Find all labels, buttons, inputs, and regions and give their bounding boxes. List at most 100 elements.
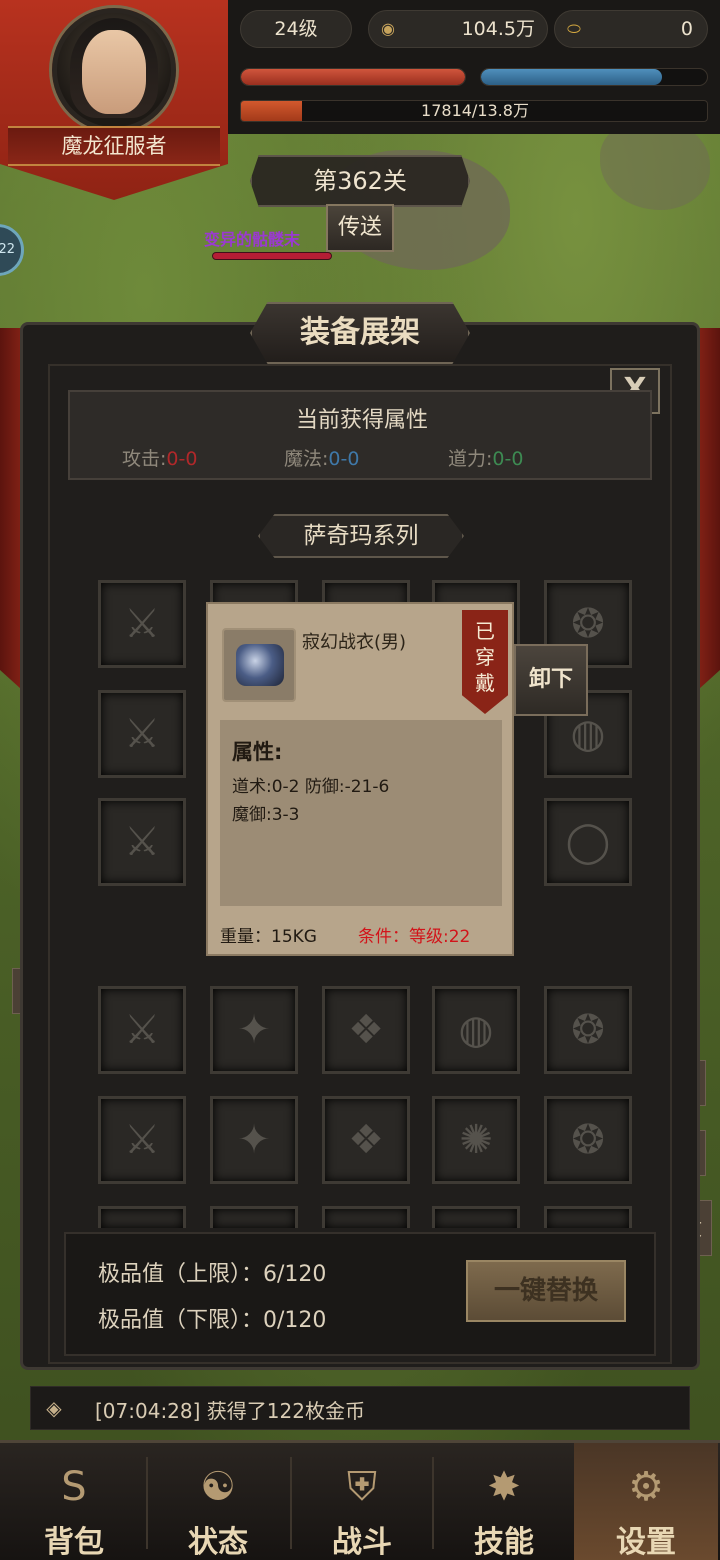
nav-skill[interactable]: ✸ 技能 xyxy=(432,1443,576,1560)
exp-text: 17814/13.8万 xyxy=(421,101,529,120)
armor-icon xyxy=(236,644,284,686)
one-click-replace-button[interactable]: 一键替换 xyxy=(466,1260,626,1322)
battle-icon: ⛨ xyxy=(347,1464,377,1510)
equipment-slot[interactable]: ❖ xyxy=(322,1096,410,1184)
attr-magic: 魔法:0-0 xyxy=(284,444,359,471)
ingot-amount: 0 xyxy=(680,18,693,40)
attr-attack-value: 0-0 xyxy=(166,448,198,470)
spear-icon: ⚔ xyxy=(124,819,160,865)
modal-title: 装备展架 xyxy=(250,302,470,364)
nav-label: 战斗 xyxy=(332,1525,392,1560)
attr-magic-label: 魔法: xyxy=(284,448,329,470)
hp-bar-fill xyxy=(241,69,465,85)
equipment-slot[interactable] xyxy=(432,1206,520,1228)
item-requirement: 条件：等级:22 xyxy=(358,927,471,947)
avatar-face xyxy=(82,30,146,114)
quality-lower: 极品值（下限）：0/120 xyxy=(98,1308,327,1333)
equipment-slot[interactable]: ✦ xyxy=(210,986,298,1074)
equipment-slot[interactable]: ◯ xyxy=(544,798,632,886)
armor-icon: ✦ xyxy=(237,1117,271,1163)
nav-settings[interactable]: ⚙ 设置 xyxy=(574,1443,718,1560)
attr-attack: 攻击:0-0 xyxy=(122,444,197,471)
gold-amount: 104.5万 xyxy=(461,18,535,40)
helmet-icon: ❖ xyxy=(348,1117,384,1163)
gear-icon: ⚙ xyxy=(628,1464,664,1510)
attr-attack-label: 攻击: xyxy=(122,448,167,470)
equipment-slot[interactable]: ⚔ xyxy=(98,1096,186,1184)
stage-label: 第362关 xyxy=(250,155,470,207)
equipment-slot[interactable] xyxy=(98,1206,186,1228)
attr-taoism-value: 0-0 xyxy=(492,448,524,470)
monster-hp-bar xyxy=(212,252,332,260)
attr-taoism: 道力:0-0 xyxy=(448,444,523,471)
ingot-icon: ⬭ xyxy=(567,19,581,38)
current-attributes: 当前获得属性 攻击:0-0 魔法:0-0 道力:0-0 xyxy=(68,390,652,480)
armor-icon: ✦ xyxy=(237,1007,271,1053)
helmet-icon: ❖ xyxy=(348,1007,384,1053)
item-icon xyxy=(222,628,296,702)
hp-bar xyxy=(240,68,466,86)
nav-label: 背包 xyxy=(44,1525,104,1560)
equipment-slot[interactable]: ❂ xyxy=(544,1096,632,1184)
worn-badge: 已穿戴 xyxy=(462,610,508,714)
nav-bag[interactable]: S 背包 xyxy=(2,1443,146,1560)
gold-coin-icon: ◉ xyxy=(381,19,395,38)
quality-upper: 极品值（上限）：6/120 xyxy=(98,1262,327,1287)
mp-bar-fill xyxy=(481,69,662,85)
worn-badge-text: 已穿戴 xyxy=(475,619,495,695)
status-icon: ☯ xyxy=(200,1464,236,1510)
bottom-nav: S 背包 ☯ 状态 ⛨ 战斗 ✸ 技能 ⚙ 设置 xyxy=(0,1440,720,1560)
stats-panel: 24级 ◉ 104.5万 ⬭ 0 17814/13.8万 xyxy=(228,0,720,134)
item-attr-line: 道术:0-2 防御:-21-6 xyxy=(232,777,390,797)
weapon-icon: ⚔ xyxy=(124,1007,160,1053)
player-title: 魔龙征服者 xyxy=(8,126,220,166)
equipment-slot[interactable]: ⚔ xyxy=(98,580,186,668)
equipment-slot[interactable]: ⚔ xyxy=(98,986,186,1074)
equipment-slot[interactable] xyxy=(544,1206,632,1228)
unequip-button[interactable]: 卸下 xyxy=(514,644,588,716)
nav-label: 技能 xyxy=(474,1525,534,1560)
equipment-slot[interactable]: ✦ xyxy=(210,1096,298,1184)
item-attributes: 属性: 道术:0-2 防御:-21-6 魔御:3-3 xyxy=(220,720,502,906)
equipment-slot[interactable]: ✺ xyxy=(432,1096,520,1184)
attr-magic-value: 0-0 xyxy=(328,448,360,470)
bracelet-icon: ❂ xyxy=(571,1117,605,1163)
equipment-slot[interactable] xyxy=(210,1206,298,1228)
ring-icon: ◯ xyxy=(565,819,611,865)
message-log[interactable]: ◈ [07:04:28] 获得了122枚金币 xyxy=(30,1386,690,1430)
exp-bar: 17814/13.8万 xyxy=(240,100,708,122)
nav-label: 设置 xyxy=(616,1525,676,1560)
ring-icon: ◍ xyxy=(458,1007,494,1053)
series-label: 萨奇玛系列 xyxy=(258,514,464,558)
nav-battle[interactable]: ⛨ 战斗 xyxy=(290,1443,434,1560)
teleport-button[interactable]: 传送 xyxy=(326,204,394,252)
quality-panel: 极品值（上限）：6/120 极品值（下限）：0/120 一键替换 xyxy=(64,1232,656,1356)
level-badge: 24级 xyxy=(240,10,352,48)
nav-status[interactable]: ☯ 状态 xyxy=(146,1443,290,1560)
bag-icon: S xyxy=(61,1464,87,1510)
monster-name: 变异的骷髅末 xyxy=(204,230,301,249)
gold-display: ◉ 104.5万 xyxy=(368,10,548,48)
bracelet-icon: ❂ xyxy=(571,1007,605,1053)
nav-label: 状态 xyxy=(188,1525,248,1560)
attr-taoism-label: 道力: xyxy=(448,448,493,470)
sword-icon: ⚔ xyxy=(124,711,160,757)
item-tooltip: 寂幻战衣(男) 已穿戴 属性: 道术:0-2 防御:-21-6 魔御:3-3 重… xyxy=(206,602,514,956)
skill-icon: ✸ xyxy=(487,1464,521,1510)
equipment-slot[interactable]: ❖ xyxy=(322,986,410,1074)
level-text: 24级 xyxy=(274,18,318,40)
necklace-icon: ✺ xyxy=(459,1117,493,1163)
equipment-slot[interactable] xyxy=(322,1206,410,1228)
equipment-slot[interactable]: ◍ xyxy=(432,986,520,1074)
ingot-display: ⬭ 0 xyxy=(554,10,708,48)
mp-bar xyxy=(480,68,708,86)
item-name: 寂幻战衣(男) xyxy=(302,632,407,653)
equipment-slot[interactable]: ⚔ xyxy=(98,798,186,886)
current-attributes-title: 当前获得属性 xyxy=(295,408,428,433)
equipment-slot[interactable]: ❂ xyxy=(544,986,632,1074)
log-diamond-icon: ◈ xyxy=(46,1396,62,1420)
weapon-icon: ⚔ xyxy=(124,601,160,647)
equipment-slot[interactable]: ⚔ xyxy=(98,690,186,778)
item-weight: 重量：15KG xyxy=(220,927,317,947)
sword-icon: ⚔ xyxy=(124,1117,160,1163)
